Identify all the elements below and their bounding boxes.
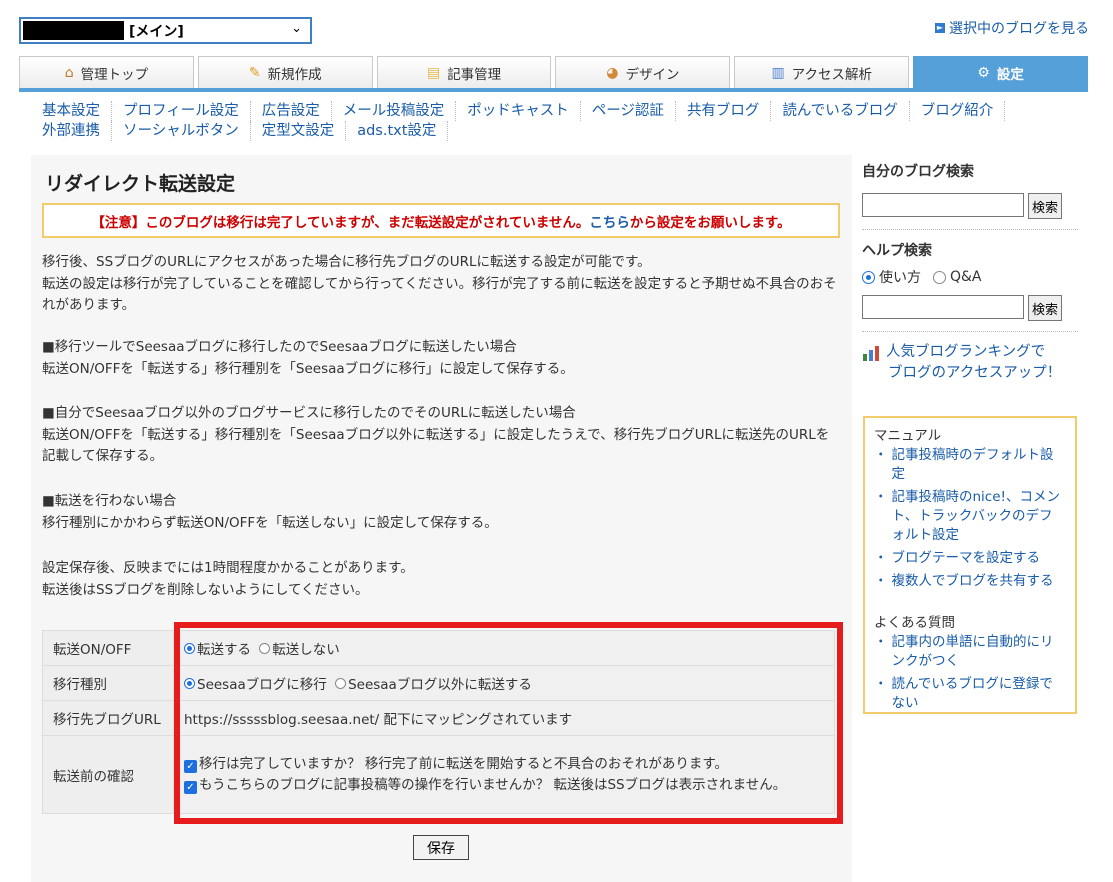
home-icon: ⌂ <box>64 65 74 81</box>
type-label: 移行種別 <box>42 665 174 701</box>
dest-url-value: https://sssssblog.seesaa.net/ 配下にマッピングされ… <box>173 700 835 736</box>
blog-selector-text: [メイン] <box>129 23 184 40</box>
radio-checked-icon <box>184 677 195 689</box>
confirm-checkbox-2[interactable]: ✓ もうこちらのブログに記事投稿等の操作を行いませんか？ 転送後はSSブログは表示… <box>184 775 814 796</box>
tab-design[interactable]: ◕ デザイン <box>555 56 731 89</box>
chevron-down-icon: ⌄ <box>291 21 302 36</box>
subnav-basic[interactable]: 基本設定 <box>42 101 112 121</box>
confirm-checkbox-1[interactable]: ✓ 移行は完了していますか？ 移行完了前に転送を開始すると不具合のおそれがあります… <box>184 754 814 775</box>
palette-icon: ◕ <box>606 65 619 81</box>
main-tabs: ⌂ 管理トップ ✎ 新規作成 ▤ 記事管理 ◕ デザイン ▥ アクセス解析 ⚙ … <box>19 56 1088 89</box>
checkbox-checked-icon: ✓ <box>184 759 197 773</box>
help-search-button[interactable]: 検索 <box>1028 295 1062 321</box>
blog-selector[interactable]: [メイン] ⌄ <box>19 17 312 44</box>
subnav-ads[interactable]: 広告設定 <box>262 101 332 121</box>
subnav-shared-blog[interactable]: 共有ブログ <box>687 101 772 121</box>
manual-box: マニュアル ・記事投稿時のデフォルト設定 ・記事投稿時のnice!、コメント、ト… <box>863 416 1077 714</box>
onoff-label: 転送ON/OFF <box>42 630 174 666</box>
help-search-title: ヘルプ検索 <box>862 243 932 259</box>
arrow-square-icon: ► <box>935 23 945 33</box>
subnav-page-auth[interactable]: ページ認証 <box>592 101 676 121</box>
help-search-input[interactable] <box>862 295 1024 319</box>
faq-link[interactable]: ・読んでいるブログに登録でない <box>874 675 1066 713</box>
ranking-link[interactable]: 人気ブログランキングで ブログのアクセスアップ！ <box>862 342 1078 384</box>
subnav-external[interactable]: 外部連携 <box>42 121 112 141</box>
help-search-options: 使い方 Q&A <box>862 267 1078 287</box>
redacted-blog-name <box>23 21 124 40</box>
dest-url-label: 移行先ブログURL <box>42 700 174 736</box>
subnav-profile[interactable]: プロフィール設定 <box>123 101 251 121</box>
radio-unchecked-icon <box>259 642 271 654</box>
subnav-podcast[interactable]: ポッドキャスト <box>467 101 581 121</box>
tab-analytics[interactable]: ▥ アクセス解析 <box>734 56 910 89</box>
notice-link[interactable]: こちら <box>589 211 630 231</box>
subnav-blog-intro[interactable]: ブログ紹介 <box>921 101 1006 121</box>
radio-type-seesaa[interactable]: Seesaaブログに移行 <box>184 673 327 693</box>
radio-unchecked-icon <box>335 677 347 689</box>
manual-link[interactable]: ・記事投稿時のデフォルト設定 <box>874 446 1066 484</box>
save-button[interactable]: 保存 <box>413 835 469 860</box>
pencil-icon: ✎ <box>248 65 261 81</box>
folder-icon: ▤ <box>426 65 441 81</box>
main-panel: リダイレクト転送設定 【注意】このブログは移行は完了していますが、まだ転送設定が… <box>31 155 852 882</box>
view-blog-link[interactable]: ► 選択中のブログを見る <box>935 18 1089 38</box>
gear-icon: ⚙ <box>977 65 990 81</box>
manual-list: ・記事投稿時のデフォルト設定 ・記事投稿時のnice!、コメント、トラックバック… <box>874 446 1066 591</box>
tab-underline <box>19 88 1088 92</box>
checkbox-checked-icon: ✓ <box>184 780 197 794</box>
radio-checked-icon[interactable] <box>862 270 875 284</box>
settings-subnav: 基本設定 プロフィール設定 広告設定 メール投稿設定 ポッドキャスト ページ認証… <box>42 101 1052 141</box>
subnav-ads-txt[interactable]: ads.txt設定 <box>357 121 449 141</box>
radio-redirect-off[interactable]: 転送しない <box>259 638 340 658</box>
manual-link[interactable]: ・記事投稿時のnice!、コメント、トラックバックのデフォルト設定 <box>874 488 1066 545</box>
tab-settings[interactable]: ⚙ 設定 <box>913 56 1088 89</box>
redirect-settings-table: 転送ON/OFF 転送する 転送しない 移行種別 Seesaaブログに移行 Se… <box>42 630 835 814</box>
help-search: 検索 <box>862 295 1078 321</box>
page-title: リダイレクト転送設定 <box>45 173 236 195</box>
subnav-social[interactable]: ソーシャルボタン <box>123 121 251 141</box>
manual-caption: マニュアル <box>874 428 942 444</box>
subnav-templates[interactable]: 定型文設定 <box>262 121 347 141</box>
ranking-chart-icon <box>863 346 879 361</box>
faq-link[interactable]: ・記事内の単語に自動的にリンクがつく <box>874 633 1066 671</box>
tab-new-post[interactable]: ✎ 新規作成 <box>197 56 373 89</box>
subnav-mail-post[interactable]: メール投稿設定 <box>343 101 457 121</box>
case1-text: ■移行ツールでSeesaaブログに移行したのでSeesaaブログに転送したい場合… <box>42 339 574 377</box>
bar-chart-icon: ▥ <box>771 65 785 81</box>
confirm-label: 転送前の確認 <box>42 735 174 814</box>
intro-text: 移行後、SSブログのURLにアクセスがあった場合に移行先ブログのURLに転送する… <box>42 254 837 313</box>
confirm-options: ✓ 移行は完了していますか？ 移行完了前に転送を開始すると不具合のおそれがあります… <box>173 735 835 814</box>
notes-text: 設定保存後、反映までには1時間程度かかることがあります。 転送後はSSブログを削… <box>42 560 414 598</box>
case2-text: ■自分でSeesaaブログ以外のブログサービスに移行したのでそのURLに転送した… <box>42 405 830 464</box>
own-blog-search: 検索 <box>862 193 1078 219</box>
divider <box>862 229 1078 230</box>
own-blog-search-input[interactable] <box>862 193 1024 217</box>
own-blog-search-button[interactable]: 検索 <box>1028 193 1062 219</box>
tab-articles[interactable]: ▤ 記事管理 <box>376 56 552 89</box>
warning-notice: 【注意】このブログは移行は完了していますが、まだ転送設定がされていません。 こちら… <box>42 203 840 238</box>
divider <box>862 331 1078 332</box>
own-blog-search-title: 自分のブログ検索 <box>862 164 974 180</box>
faq-list: ・記事内の単語に自動的にリンクがつく ・読んでいるブログに登録でない <box>874 633 1066 713</box>
radio-redirect-on[interactable]: 転送する <box>184 638 251 658</box>
manual-link[interactable]: ・複数人でブログを共有する <box>874 572 1066 591</box>
case3-text: ■転送を行わない場合 移行種別にかかわらず転送ON/OFFを「転送しない」に設定… <box>42 493 498 531</box>
faq-caption: よくある質問 <box>874 615 955 631</box>
onoff-options: 転送する 転送しない <box>173 630 835 666</box>
right-sidebar: 自分のブログ検索 検索 ヘルプ検索 使い方 Q&A 検索 人気ブログランキングで… <box>862 155 1078 384</box>
type-options: Seesaaブログに移行 Seesaaブログ以外に転送する <box>173 665 835 701</box>
radio-type-other[interactable]: Seesaaブログ以外に転送する <box>335 673 532 693</box>
tab-dashboard[interactable]: ⌂ 管理トップ <box>19 56 194 89</box>
radio-checked-icon <box>184 642 195 654</box>
manual-link[interactable]: ・ブログテーマを設定する <box>874 549 1066 568</box>
subnav-reading-blogs[interactable]: 読んでいるブログ <box>782 101 910 121</box>
radio-unchecked-icon[interactable] <box>933 270 946 284</box>
